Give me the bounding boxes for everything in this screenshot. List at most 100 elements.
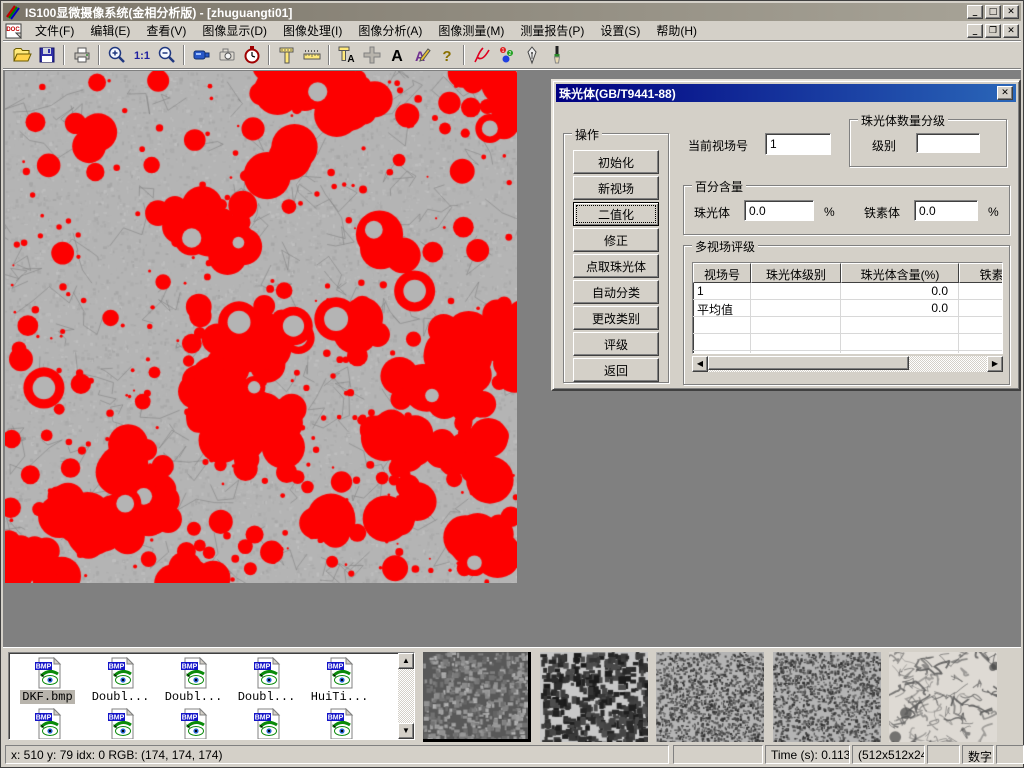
text-tool-icon[interactable]: A [384, 43, 409, 67]
ruler-icon[interactable] [299, 43, 324, 67]
zoom-out-icon[interactable] [154, 43, 179, 67]
operation-button-0[interactable]: 初始化 [573, 150, 659, 174]
operation-button-6[interactable]: 更改类别 [573, 306, 659, 330]
file-item-2[interactable]: BMPDoubl... [157, 657, 230, 704]
specimen-thumb-3[interactable] [656, 652, 764, 742]
file-item-1[interactable]: BMPDoubl... [84, 657, 157, 704]
table-row[interactable] [693, 317, 1002, 334]
camera-icon[interactable] [214, 43, 239, 67]
operation-button-4[interactable]: 点取珠光体 [573, 254, 659, 278]
column-header[interactable]: 珠光体级别 [751, 263, 841, 283]
pearlite-dialog: 珠光体(GB/T9441-88) ✕ 操作 初始化新视场二值化修正点取珠光体自动… [551, 79, 1021, 391]
pearlite-input[interactable]: 0.0 [744, 200, 814, 221]
file-vscrollbar[interactable]: ▲ ▼ [398, 653, 414, 739]
actual-size-icon[interactable]: 1:1 [129, 43, 154, 67]
curve-tool-icon[interactable] [469, 43, 494, 67]
scroll-down-icon[interactable]: ▼ [398, 723, 414, 739]
brush-tool-icon[interactable] [544, 43, 569, 67]
specimen-thumb-1[interactable] [423, 652, 531, 742]
open-icon[interactable] [9, 43, 34, 67]
bmp-file-icon: BMP [324, 657, 356, 689]
scroll-up-icon[interactable]: ▲ [398, 653, 414, 669]
file-item-7[interactable]: BMP [157, 708, 230, 740]
rating-table[interactable]: 视场号珠光体级别珠光体含量(%)铁素体含量(%)10.0平均值0.0 [692, 262, 1003, 354]
close-button[interactable]: ✕ [1003, 5, 1019, 19]
operation-button-7[interactable]: 评级 [573, 332, 659, 356]
level-input[interactable] [916, 133, 980, 153]
operation-button-2[interactable]: 二值化 [573, 202, 659, 226]
svg-text:BMP: BMP [254, 715, 270, 722]
specimen-thumb-5[interactable] [889, 652, 997, 742]
svg-text:BMP: BMP [181, 664, 197, 671]
menu-item-7[interactable]: 测量报告(P) [512, 20, 592, 41]
measure-text-icon[interactable]: A [334, 43, 359, 67]
menu-item-1[interactable]: 编辑(E) [82, 20, 138, 41]
toolbar-separator [268, 45, 270, 65]
menu-item-0[interactable]: 文件(F) [27, 20, 82, 41]
ferrite-input[interactable]: 0.0 [914, 200, 978, 221]
save-icon[interactable] [34, 43, 59, 67]
operation-button-3[interactable]: 修正 [573, 228, 659, 252]
file-item-8[interactable]: BMP [230, 708, 303, 740]
table-hscrollbar[interactable]: ◀ ▶ [692, 356, 1003, 372]
file-item-5[interactable]: BMP [11, 708, 84, 740]
operation-button-5[interactable]: 自动分类 [573, 280, 659, 304]
column-header[interactable]: 铁素体含量(%) [959, 263, 1003, 283]
menu-item-2[interactable]: 查看(V) [138, 20, 194, 41]
zoom-in-icon[interactable] [104, 43, 129, 67]
help-icon[interactable]: ? [434, 43, 459, 67]
table-row[interactable]: 平均值0.0 [693, 300, 1002, 317]
document-icon[interactable]: DOC [5, 23, 23, 39]
mdi-minimize-button[interactable]: _ [967, 24, 983, 38]
column-header[interactable]: 珠光体含量(%) [841, 263, 959, 283]
scroll-track[interactable] [708, 356, 987, 372]
menu-item-5[interactable]: 图像分析(A) [350, 20, 430, 41]
file-item-4[interactable]: BMPHuiTi... [303, 657, 376, 704]
table-row[interactable]: 10.0 [693, 283, 1002, 300]
menu-item-3[interactable]: 图像显示(D) [194, 20, 275, 41]
svg-text:BMP: BMP [35, 715, 51, 722]
pen-tool-icon[interactable] [519, 43, 544, 67]
current-field-input[interactable]: 1 [765, 133, 831, 155]
svg-text:DOC: DOC [6, 27, 20, 33]
minimize-button[interactable]: _ [967, 5, 983, 19]
maximize-button[interactable]: □ [985, 5, 1001, 19]
svg-text:BMP: BMP [35, 664, 51, 671]
mdi-close-button[interactable]: ✕ [1003, 24, 1019, 38]
scroll-left-icon[interactable]: ◀ [692, 356, 708, 372]
menu-item-6[interactable]: 图像测量(M) [430, 20, 512, 41]
timer-icon[interactable] [239, 43, 264, 67]
file-browser[interactable]: BMPDKF.bmpBMPDoubl...BMPDoubl...BMPDoubl… [8, 652, 415, 740]
file-item-6[interactable]: BMP [84, 708, 157, 740]
specimen-thumb-4[interactable] [773, 652, 881, 742]
video-camera-icon[interactable] [189, 43, 214, 67]
file-name: Doubl... [90, 690, 152, 704]
dialog-close-icon[interactable]: ✕ [997, 86, 1013, 100]
table-row[interactable] [693, 351, 1002, 354]
menu-item-4[interactable]: 图像处理(I) [275, 20, 350, 41]
file-grid: BMPDKF.bmpBMPDoubl...BMPDoubl...BMPDoubl… [11, 655, 381, 740]
current-field-label: 当前视场号 [688, 137, 748, 154]
menu-item-9[interactable]: 帮助(H) [648, 20, 705, 41]
operation-button-8[interactable]: 返回 [573, 358, 659, 382]
dialog-title-bar: 珠光体(GB/T9441-88) ✕ [556, 84, 1016, 102]
file-name: Doubl... [236, 690, 298, 704]
count-tool-icon[interactable]: 12 [494, 43, 519, 67]
caliper-icon[interactable] [274, 43, 299, 67]
specimen-thumb-2[interactable] [540, 652, 648, 742]
mdi-restore-button[interactable]: ❐ [985, 24, 1001, 38]
scroll-right-icon[interactable]: ▶ [987, 356, 1003, 372]
print-icon[interactable] [69, 43, 94, 67]
metallograph-image[interactable] [5, 71, 517, 583]
scroll-thumb[interactable] [708, 356, 909, 370]
file-item-3[interactable]: BMPDoubl... [230, 657, 303, 704]
svg-text:A: A [347, 54, 354, 65]
annotate-tool-icon[interactable]: A [409, 43, 434, 67]
menu-item-8[interactable]: 设置(S) [592, 20, 648, 41]
column-header[interactable]: 视场号 [693, 263, 751, 283]
file-item-0[interactable]: BMPDKF.bmp [11, 657, 84, 704]
move-tool-icon[interactable] [359, 43, 384, 67]
file-item-9[interactable]: BMP [303, 708, 376, 740]
operation-button-1[interactable]: 新视场 [573, 176, 659, 200]
table-row[interactable] [693, 334, 1002, 351]
